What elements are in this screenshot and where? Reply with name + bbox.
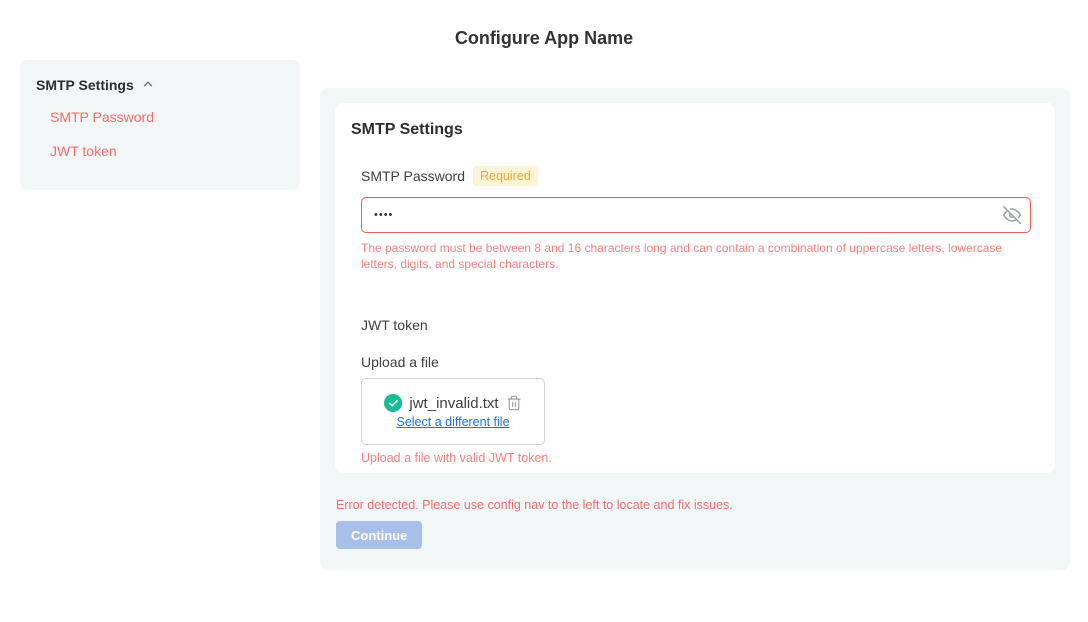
select-different-file-link[interactable]: Select a different file (396, 415, 509, 429)
page-title: Configure App Name (0, 28, 1088, 49)
trash-icon[interactable] (506, 395, 522, 411)
file-upload-box: jwt_invalid.txt Select a different file (361, 378, 545, 445)
continue-button[interactable]: Continue (336, 521, 422, 549)
jwt-error-text: Upload a file with valid JWT token. (361, 451, 1039, 465)
sidebar-items: SMTP Password JWT token (50, 108, 284, 161)
smtp-settings-card: SMTP Settings SMTP Password Required The… (335, 103, 1055, 473)
smtp-password-field-wrap (361, 197, 1031, 233)
check-circle-icon (384, 394, 402, 412)
smtp-password-error-text: The password must be between 8 and 16 ch… (361, 240, 1023, 272)
settings-panel: SMTP Settings SMTP Password Required The… (320, 88, 1070, 570)
required-badge: Required (473, 166, 538, 186)
smtp-password-label: SMTP Password (361, 168, 465, 184)
upload-a-file-label: Upload a file (361, 354, 1039, 370)
uploaded-file-row: jwt_invalid.txt (384, 394, 521, 412)
eye-off-icon[interactable] (1003, 206, 1021, 224)
sidebar-item-jwt-token[interactable]: JWT token (50, 142, 284, 161)
chevron-up-icon (141, 76, 155, 94)
config-nav-sidebar: SMTP Settings SMTP Password JWT token (20, 60, 300, 190)
error-banner-text: Error detected. Please use config nav to… (336, 498, 733, 512)
jwt-token-label: JWT token (361, 317, 1039, 333)
sidebar-section-label: SMTP Settings (36, 77, 134, 93)
smtp-password-input[interactable] (361, 197, 1031, 233)
uploaded-file-name: jwt_invalid.txt (409, 395, 498, 412)
card-heading: SMTP Settings (351, 121, 1039, 139)
sidebar-item-smtp-password[interactable]: SMTP Password (50, 108, 284, 127)
form-body: SMTP Password Required The password must… (361, 166, 1039, 465)
smtp-password-label-row: SMTP Password Required (361, 166, 1039, 186)
sidebar-section-smtp-settings[interactable]: SMTP Settings (36, 76, 284, 94)
screen: Configure App Name SMTP Settings SMTP Pa… (0, 0, 1088, 622)
